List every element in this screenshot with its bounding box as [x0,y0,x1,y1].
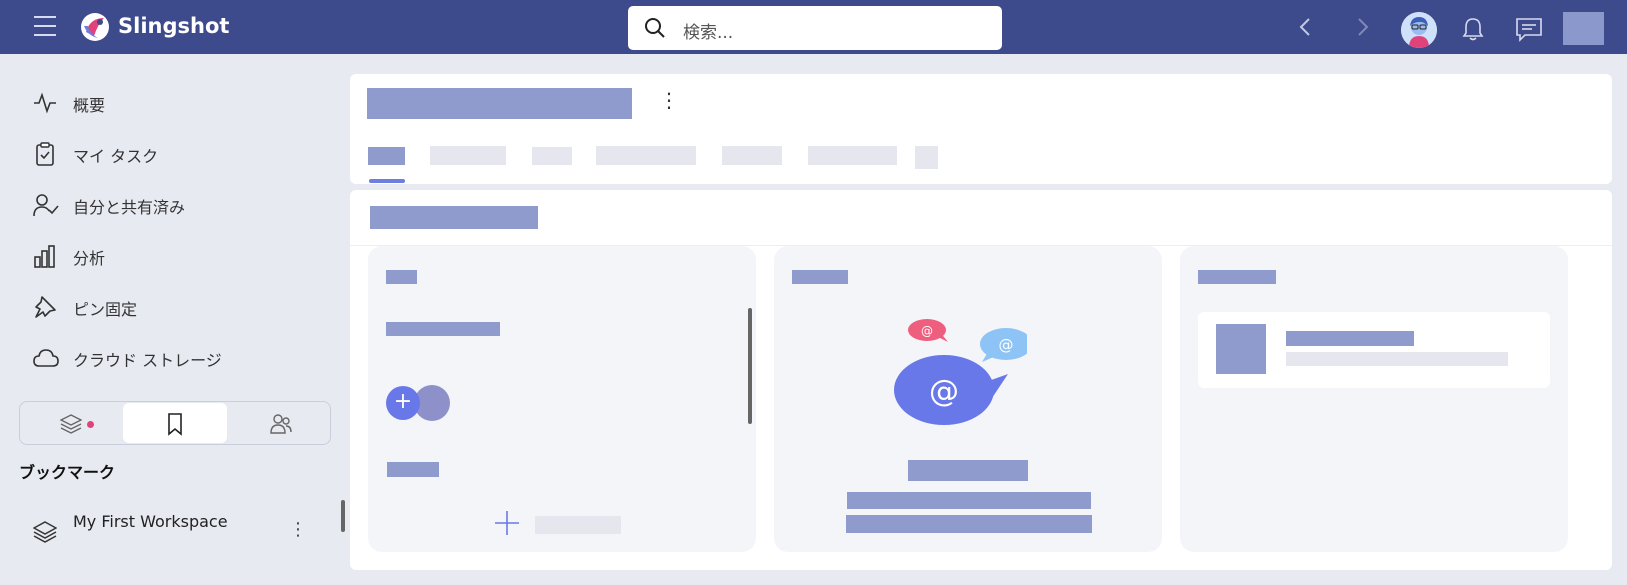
menu-icon[interactable] [34,16,56,36]
dashboard-header-card: ⋮ [350,74,1612,184]
bar-chart-icon [34,245,55,268]
tab-placeholder[interactable] [532,147,572,165]
user-check-icon [33,194,59,217]
text-placeholder [386,322,500,336]
bookmark-icon[interactable] [166,412,184,436]
tile-title-placeholder [792,270,848,284]
search-icon [645,18,665,38]
tab-placeholder-active[interactable] [368,147,405,165]
tab-placeholder[interactable] [808,146,897,165]
tab-placeholder[interactable] [430,146,506,165]
sidebar-item-label: ピン固定 [73,300,138,319]
activity-icon [34,92,56,114]
add-member-button[interactable]: + [386,386,420,420]
sidebar-item-label: マイ タスク [73,147,159,166]
tab-placeholder[interactable] [596,146,696,165]
text-placeholder [1286,331,1414,346]
user-menu[interactable] [1563,12,1604,45]
text-placeholder [1286,352,1508,366]
widget-tile: @ @ @ [774,246,1162,552]
pin-icon [35,296,56,318]
tab-placeholder[interactable] [722,146,782,165]
sidebar-item-my-tasks[interactable]: マイ タスク [33,139,313,169]
forward-arrow-icon[interactable] [1356,16,1370,38]
tile-scrollbar[interactable] [748,308,752,424]
sidebar-item-pinned[interactable]: ピン固定 [33,292,313,322]
sidebar-item-shared[interactable]: 自分と共有済み [33,190,313,220]
sidebar-item-label: 自分と共有済み [73,198,186,217]
svg-text:@: @ [929,374,959,409]
sidebar-item-label: 概要 [73,96,106,115]
tile-title-placeholder [1198,270,1276,284]
tab-placeholder[interactable] [915,146,938,169]
sidebar-item-label: 分析 [73,249,106,268]
bookmarks-heading: ブックマーク [19,463,116,482]
text-placeholder [846,515,1092,533]
layers-icon [33,521,57,543]
people-icon[interactable] [269,413,293,435]
widget-tile [1180,246,1568,552]
top-bar: Slingshot 検索... [0,0,1627,54]
sidebar-item-cloud-storage[interactable]: クラウド ストレージ [33,343,313,373]
sidebar-scrollbar[interactable] [341,500,345,532]
title-placeholder [367,88,632,119]
search-input[interactable]: 検索... [683,18,733,43]
tab-active-indicator [369,179,405,183]
avatar[interactable] [1401,12,1437,48]
text-placeholder [908,460,1028,481]
add-icon[interactable] [494,510,520,536]
notification-dot [87,421,94,428]
button-label-placeholder[interactable] [535,516,621,534]
dashboard-main-card: + @ @ @ [350,190,1612,570]
svg-text:@: @ [999,336,1014,354]
svg-text:@: @ [921,324,933,338]
mentions-illustration: @ @ @ [894,319,1027,425]
sidebar-item-label: クラウド ストレージ [73,351,222,370]
brand-name: Slingshot [118,14,230,38]
chat-icon[interactable] [1515,16,1543,42]
more-options-icon[interactable]: ⋮ [659,88,679,112]
list-item[interactable] [1198,312,1550,388]
widget-tile: + [368,246,756,552]
tile-title-placeholder [386,270,417,284]
thumbnail-placeholder [1216,324,1266,374]
sidebar-item-analytics[interactable]: 分析 [33,241,313,271]
more-options-icon[interactable]: ⋮ [289,519,307,540]
sidebar-item-overview[interactable]: 概要 [33,88,313,118]
cloud-icon [33,349,59,367]
sidebar: 概要 マイ タスク 自分と共有済み 分析 ピン固定 クラウド ストレージ ブック… [0,54,348,585]
search-box[interactable]: 検索... [628,6,1002,50]
text-placeholder [387,462,439,477]
workspace-name: My First Workspace [73,512,228,531]
text-placeholder [847,492,1091,509]
bell-icon[interactable] [1461,16,1485,42]
sidebar-segment-control [19,401,331,445]
section-title-placeholder [370,206,538,229]
bookmark-item-workspace[interactable]: My First Workspace ⋮ [33,510,313,550]
layers-icon[interactable] [60,413,82,435]
slingshot-logo [81,13,109,41]
clipboard-check-icon [36,142,54,166]
back-arrow-icon[interactable] [1298,16,1312,38]
